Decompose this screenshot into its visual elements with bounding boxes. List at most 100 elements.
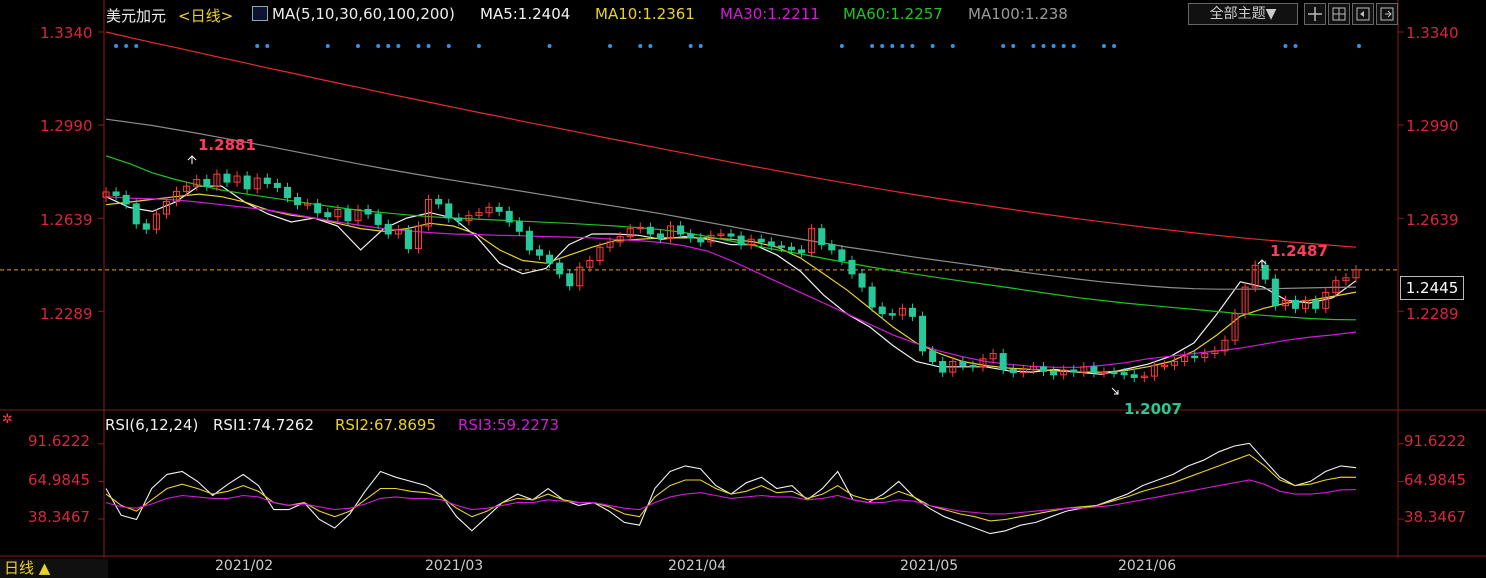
event-dot (880, 44, 885, 48)
event-dot (356, 44, 361, 48)
candle-body (908, 307, 916, 317)
candle-body (364, 209, 372, 215)
maximize-icon[interactable] (1376, 3, 1398, 25)
event-dot (900, 44, 905, 48)
candle-body (848, 260, 856, 275)
candle-body (858, 273, 866, 288)
event-dot (688, 44, 693, 48)
candle-body (112, 191, 120, 196)
event-dot (1283, 44, 1288, 48)
symbol-title: 美元加元 (106, 7, 167, 25)
candle-body (697, 237, 705, 243)
candle-body (283, 186, 291, 199)
indicator-settings-icon[interactable]: ✲ (2, 413, 16, 427)
event-dot (396, 44, 401, 48)
ma-line-ma100 (105, 118, 1357, 290)
restore-icon[interactable] (1352, 3, 1374, 25)
theme-dropdown-button[interactable]: 全部主题▼ (1188, 3, 1298, 25)
candle-body (646, 226, 654, 235)
crosshair-icon[interactable] (1304, 3, 1326, 25)
event-dot (1101, 44, 1106, 48)
event-dot (547, 44, 552, 48)
candle-body (314, 203, 322, 214)
x-tick-2: 2021/04 (668, 558, 727, 574)
event-dot (1061, 44, 1066, 48)
ma10-value: MA10:1.2361 (595, 5, 695, 23)
candle-body (1191, 355, 1199, 359)
rsi-tick-left-2: 38.3467 (28, 508, 91, 526)
candle-body (1110, 371, 1118, 375)
event-dot (476, 44, 481, 48)
event-dot (1011, 44, 1016, 48)
candle-body (929, 350, 937, 362)
candle-body (203, 178, 211, 187)
recent-high-label: 1.2487 (1270, 242, 1328, 260)
y-tick-right-0: 1.3340 (1406, 24, 1459, 42)
rsi-line-rsi3 (105, 479, 1357, 515)
candle-body (1090, 366, 1098, 374)
event-dot (426, 44, 431, 48)
candle-body (1120, 372, 1128, 376)
x-tick-1: 2021/03 (425, 558, 484, 574)
rsi2-value: RSI2:67.8695 (335, 416, 436, 434)
ma5-value: MA5:1.2404 (480, 5, 571, 23)
candle-body (939, 360, 947, 373)
rsi3-value: RSI3:59.2273 (458, 416, 559, 434)
candle-body (344, 209, 352, 222)
ma100-value: MA100:1.238 (968, 5, 1068, 23)
event-dot (1041, 44, 1046, 48)
event-dot (648, 44, 653, 48)
event-dot (950, 44, 955, 48)
event-dot (638, 44, 643, 48)
event-dot (416, 44, 421, 48)
candle-body (787, 246, 796, 251)
candle-body (888, 313, 896, 316)
rsi-tick-left-1: 64.9845 (28, 471, 91, 489)
y-tick-right-2: 1.2639 (1406, 211, 1459, 229)
candle-body (767, 241, 775, 247)
candle-body (495, 206, 503, 212)
candle-body (757, 238, 765, 243)
low-marker-arrow (1111, 387, 1119, 395)
candle-body (1039, 366, 1048, 372)
chart-canvas[interactable] (0, 0, 1486, 578)
candle-body (1291, 299, 1300, 309)
candle-body (566, 273, 574, 287)
candle-body (132, 203, 140, 225)
event-dot (1071, 44, 1076, 48)
candle-body (828, 244, 836, 251)
y-tick-right-1: 1.2990 (1406, 117, 1459, 135)
event-dot (325, 44, 330, 48)
candle-body (122, 194, 130, 205)
candle-body (687, 233, 695, 239)
event-dot (114, 44, 119, 48)
candle-body (263, 177, 271, 184)
rsi-tick-left-0: 91.6222 (28, 432, 91, 450)
candle-body (1070, 369, 1078, 373)
period-toggle-button[interactable]: 日线 ▲ (0, 559, 108, 578)
y-tick-left-2: 1.2639 (40, 211, 93, 229)
candle-body (384, 223, 392, 235)
rsi1-value: RSI1:74.7262 (213, 416, 314, 434)
event-dot (890, 44, 895, 48)
candle-body (556, 262, 564, 275)
event-dot (124, 44, 129, 48)
candle-body (798, 249, 806, 254)
x-tick-0: 2021/02 (215, 558, 274, 574)
candle-body (959, 360, 967, 366)
period-label[interactable]: <日线> (178, 5, 233, 26)
candle-body (999, 353, 1007, 370)
event-dot (1357, 44, 1361, 48)
grid-icon[interactable] (1328, 3, 1350, 25)
candle-body (546, 254, 554, 264)
y-tick-left-3: 1.2289 (40, 305, 93, 323)
candle-body (525, 230, 533, 251)
candle-body (223, 173, 231, 183)
ma-settings-icon[interactable] (252, 6, 268, 21)
event-dot (870, 44, 875, 48)
event-dot (1293, 44, 1298, 48)
candle-body (1312, 299, 1320, 309)
rsi-tick-right-0: 91.6222 (1404, 432, 1467, 450)
ma30-value: MA30:1.2211 (720, 5, 820, 23)
candle-body (818, 228, 826, 246)
